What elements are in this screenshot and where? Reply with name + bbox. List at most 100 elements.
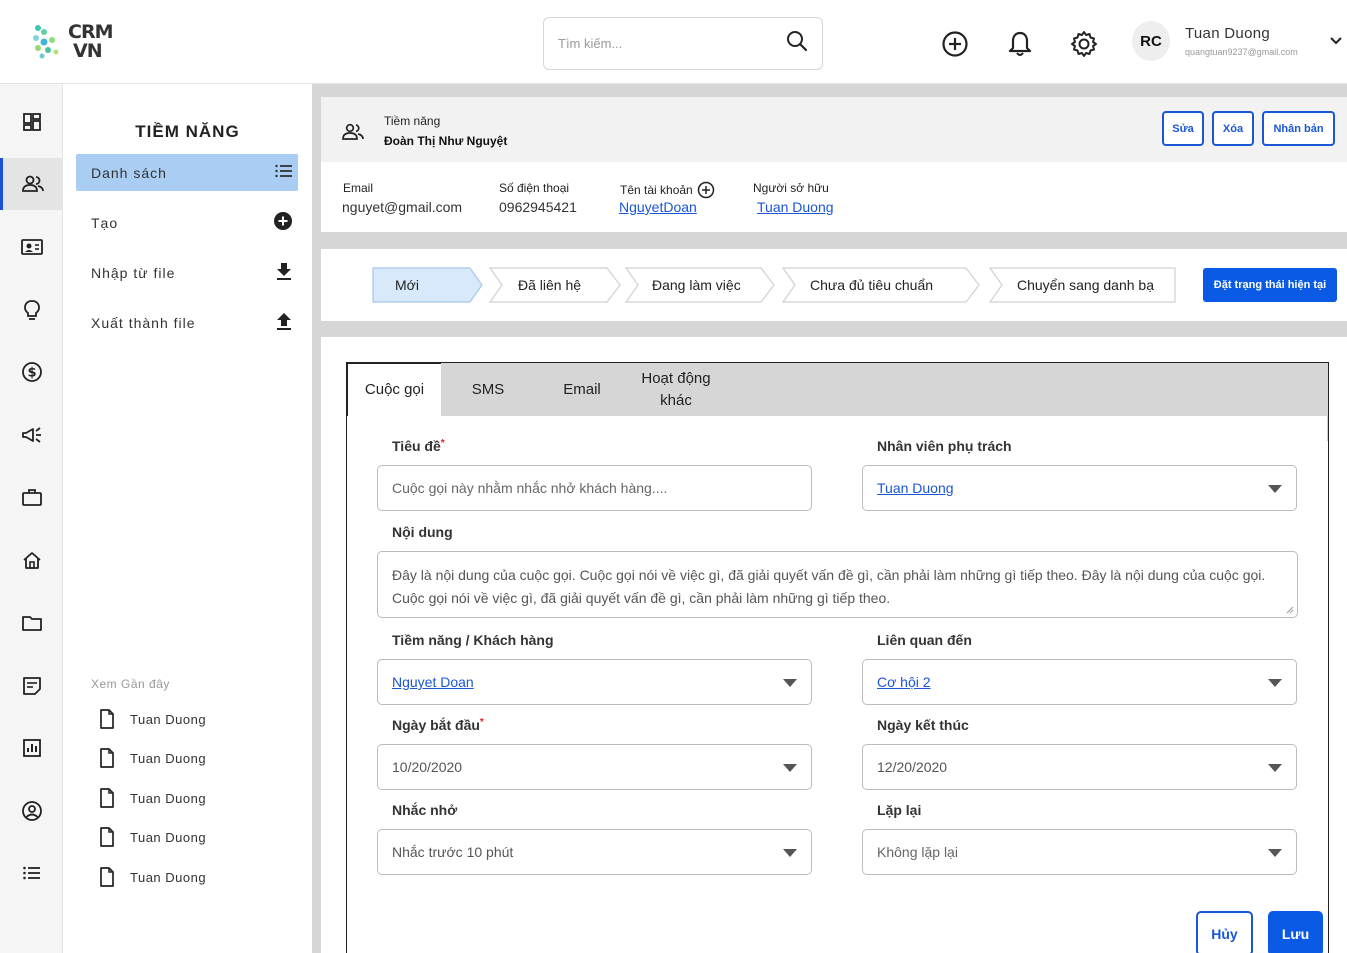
delete-button[interactable]: Xóa [1212, 111, 1254, 146]
note-icon[interactable] [0, 660, 63, 712]
search-icon[interactable] [786, 30, 808, 57]
email-value: nguyet@gmail.com [342, 199, 463, 215]
menu-item-import[interactable]: Nhập từ file [76, 254, 298, 291]
list-icon[interactable] [0, 847, 63, 899]
stage-working[interactable]: Đang làm việc [625, 267, 777, 303]
stage-label: Mới [395, 277, 419, 293]
end-date-select[interactable]: 12/20/2020 [862, 744, 1297, 790]
start-date-value: 10/20/2020 [392, 759, 463, 775]
end-date-label: Ngày kết thúc [877, 717, 969, 733]
repeat-select[interactable]: Không lặp lại [862, 829, 1297, 875]
caret-down-icon [783, 674, 797, 690]
logo-text: CRM VN [68, 23, 113, 62]
account-label-group: Tên tài khoản [620, 181, 715, 199]
caret-down-icon [783, 759, 797, 775]
tabbar-edge [1327, 416, 1328, 441]
upload-icon [275, 311, 293, 334]
repeat-label: Lặp lại [877, 802, 922, 818]
lightbulb-icon[interactable] [0, 284, 63, 336]
add-circle-icon[interactable] [939, 28, 971, 60]
user-name[interactable]: Tuan Duong [1185, 25, 1270, 42]
stage-new[interactable]: Mới [372, 267, 484, 303]
start-date-label-text: Ngày bắt đầu [392, 717, 480, 733]
resize-handle-icon[interactable] [1286, 606, 1294, 614]
menu-item-label: Danh sách [91, 164, 167, 181]
menu-item-create[interactable]: Tạo [76, 204, 298, 241]
tab-sms[interactable]: SMS [441, 363, 535, 416]
stage-contacted[interactable]: Đã liên hệ [489, 267, 623, 303]
reminder-select[interactable]: Nhắc trước 10 phút [377, 829, 812, 875]
bell-icon[interactable] [1004, 28, 1036, 60]
app-logo[interactable]: CRM VN [30, 20, 113, 64]
edit-button[interactable]: Sửa [1162, 111, 1204, 146]
record-header: Tiềm năng Đoàn Thị Như Nguyệt Sửa Xóa Nh… [321, 97, 1347, 162]
logo-line-2: VN [73, 40, 103, 62]
start-date-select[interactable]: 10/20/2020 [377, 744, 812, 790]
content-textarea[interactable]: Đây là nội dung của cuộc gọi. Cuộc gọi n… [377, 551, 1298, 618]
stage-label: Đang làm việc [652, 277, 741, 293]
chevron-down-icon[interactable] [1329, 34, 1343, 52]
stage-unqualified[interactable]: Chưa đủ tiêu chuẩn [782, 267, 982, 303]
save-button[interactable]: Lưu [1268, 911, 1323, 953]
dollar-icon[interactable]: $ [0, 346, 63, 398]
recent-item[interactable]: Tuan Duong [99, 865, 206, 889]
download-icon [275, 261, 293, 284]
lead-select[interactable]: Nguyet Doan [377, 659, 812, 705]
caret-down-icon [1268, 844, 1282, 860]
record-type: Tiềm năng [384, 114, 441, 128]
folder-icon[interactable] [0, 597, 63, 649]
tab-other-activity[interactable]: Hoạt động khác [629, 363, 723, 416]
related-label: Liên quan đến [877, 632, 972, 648]
avatar[interactable]: RC [1132, 21, 1170, 61]
leads-menu: TIỀM NĂNG Danh sách Tạo Nhập từ file Xuấ… [63, 84, 312, 953]
logo-mark-icon [30, 22, 66, 62]
add-filled-icon [273, 211, 293, 234]
related-value: Cơ hội 2 [877, 674, 931, 690]
list-icon [275, 164, 293, 181]
set-current-stage-button[interactable]: Đặt trạng thái hiện tại [1203, 268, 1337, 302]
report-chart-icon[interactable] [0, 722, 63, 774]
email-label: Email [343, 181, 374, 195]
assignee-select[interactable]: Tuan Duong [862, 465, 1297, 511]
dashboard-icon[interactable] [0, 96, 63, 148]
tab-call[interactable]: Cuộc gọi [347, 363, 441, 416]
recent-item[interactable]: Tuan Duong [99, 786, 206, 810]
home-icon[interactable] [0, 534, 63, 586]
assignee-value: Tuan Duong [877, 480, 954, 496]
menu-item-label: Tạo [91, 214, 119, 231]
related-select[interactable]: Cơ hội 2 [862, 659, 1297, 705]
recent-item-label: Tuan Duong [130, 829, 207, 845]
search-input[interactable] [558, 36, 786, 51]
caret-down-icon [783, 844, 797, 860]
recent-item[interactable]: Tuan Duong [99, 825, 206, 849]
megaphone-icon[interactable] [0, 409, 63, 461]
activity-form: Cuộc gọi SMS Email Hoạt động khác Tiêu đ… [346, 362, 1329, 953]
account-link[interactable]: NguyetDoan [619, 199, 697, 215]
activity-tabs: Cuộc gọi SMS Email Hoạt động khác [347, 363, 1328, 416]
required-mark: * [440, 438, 445, 449]
repeat-value: Không lặp lại [877, 844, 958, 860]
menu-item-label: Nhập từ file [91, 264, 176, 281]
recent-item[interactable]: Tuan Duong [99, 746, 206, 770]
clone-button[interactable]: Nhân bản [1262, 111, 1335, 146]
contact-card-icon[interactable] [0, 221, 63, 273]
tab-email[interactable]: Email [535, 363, 629, 416]
menu-item-export[interactable]: Xuất thành file [76, 304, 298, 341]
document-icon [100, 748, 114, 768]
recent-item-label: Tuan Duong [130, 790, 207, 806]
recent-item[interactable]: Tuan Duong [99, 707, 206, 731]
owner-link[interactable]: Tuan Duong [757, 199, 834, 215]
add-account-icon[interactable] [697, 181, 715, 199]
stage-convert[interactable]: Chuyển sang danh bạ [989, 267, 1177, 303]
cancel-button[interactable]: Hủy [1196, 911, 1253, 953]
lead-value: Nguyet Doan [392, 674, 474, 690]
user-email: quangtuan9237@gmail.com [1185, 47, 1298, 57]
title-input[interactable]: Cuộc gọi này nhằm nhắc nhở khách hàng...… [377, 465, 812, 511]
svg-text:$: $ [27, 366, 36, 381]
menu-item-list[interactable]: Danh sách [76, 154, 298, 191]
gear-icon[interactable] [1068, 28, 1100, 60]
leads-icon[interactable] [0, 158, 63, 210]
briefcase-icon[interactable] [0, 471, 63, 523]
account-circle-icon[interactable] [0, 785, 63, 837]
phone-label: Số điện thoại [499, 181, 570, 195]
